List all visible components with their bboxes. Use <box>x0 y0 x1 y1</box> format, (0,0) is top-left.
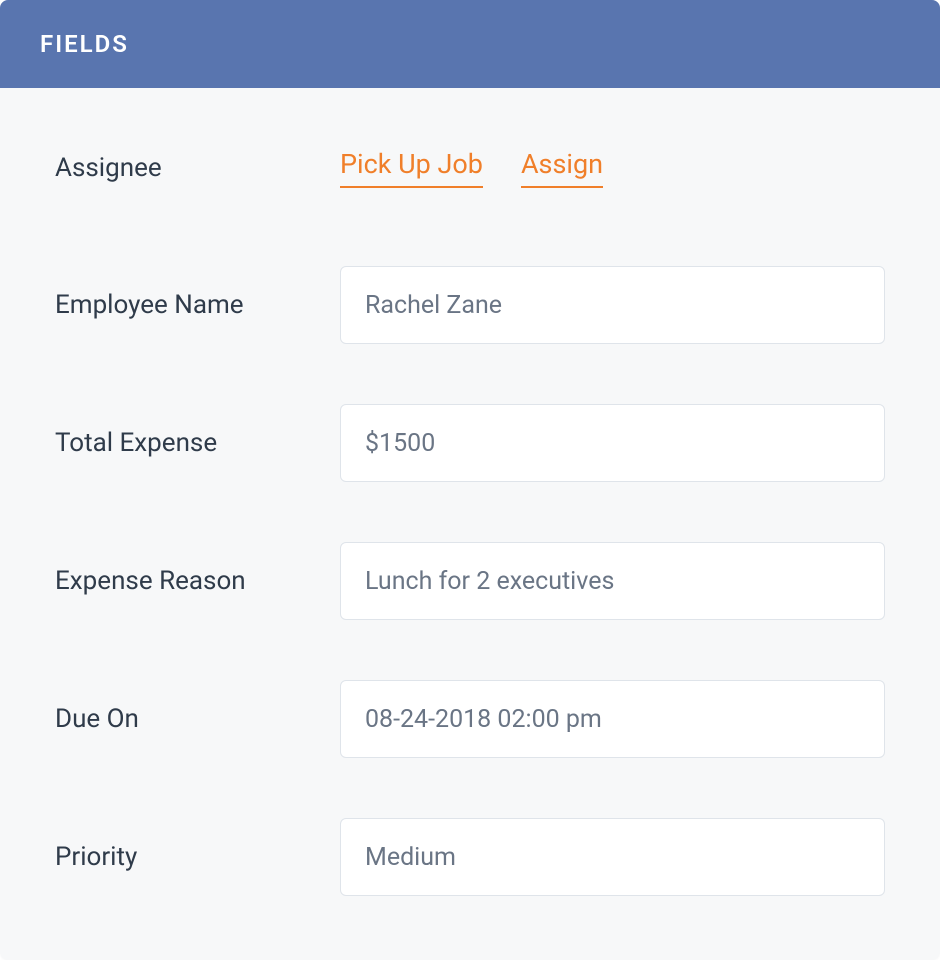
total-expense-control <box>340 404 885 482</box>
assignee-actions: Pick Up Job Assign <box>340 148 885 188</box>
field-row-due-on: Due On <box>55 680 885 758</box>
expense-reason-input[interactable] <box>340 542 885 620</box>
due-on-label: Due On <box>55 704 340 734</box>
field-row-priority: Priority <box>55 818 885 896</box>
field-row-assignee: Assignee Pick Up Job Assign <box>55 148 885 188</box>
priority-label: Priority <box>55 842 340 872</box>
field-row-expense-reason: Expense Reason <box>55 542 885 620</box>
priority-control <box>340 818 885 896</box>
card-title: FIELDS <box>40 30 129 58</box>
field-row-total-expense: Total Expense <box>55 404 885 482</box>
card-body: Assignee Pick Up Job Assign Employee Nam… <box>0 88 940 960</box>
assign-button[interactable]: Assign <box>521 148 603 188</box>
total-expense-input[interactable] <box>340 404 885 482</box>
employee-name-input[interactable] <box>340 266 885 344</box>
pick-up-job-button[interactable]: Pick Up Job <box>340 148 483 188</box>
due-on-control <box>340 680 885 758</box>
expense-reason-label: Expense Reason <box>55 566 340 596</box>
card-header: FIELDS <box>0 0 940 88</box>
assignee-label: Assignee <box>55 153 340 183</box>
total-expense-label: Total Expense <box>55 428 340 458</box>
due-on-input[interactable] <box>340 680 885 758</box>
priority-input[interactable] <box>340 818 885 896</box>
fields-card: FIELDS Assignee Pick Up Job Assign Emplo… <box>0 0 940 960</box>
expense-reason-control <box>340 542 885 620</box>
field-row-employee-name: Employee Name <box>55 266 885 344</box>
employee-name-label: Employee Name <box>55 290 340 320</box>
employee-name-control <box>340 266 885 344</box>
